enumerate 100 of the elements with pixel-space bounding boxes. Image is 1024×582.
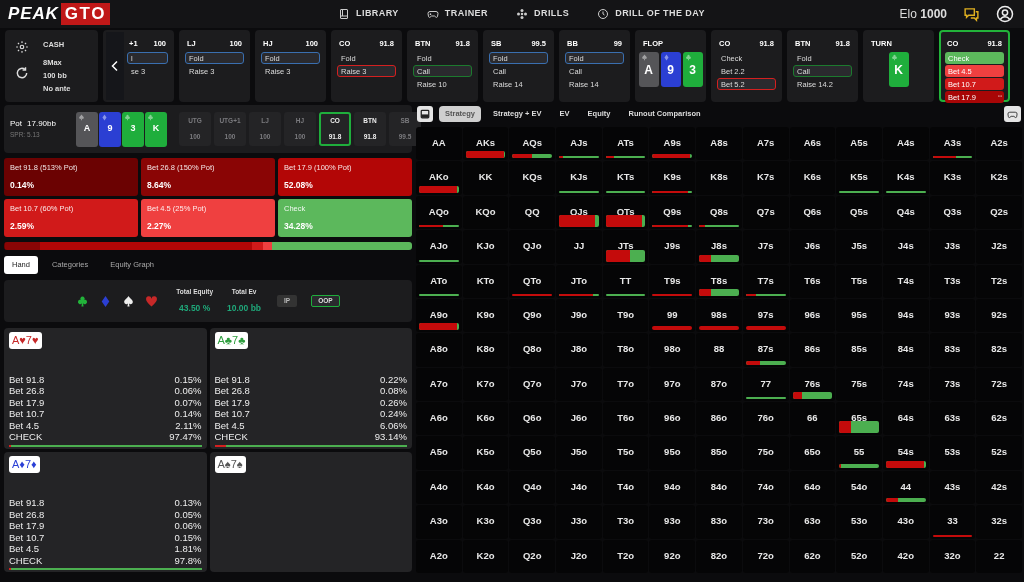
hand-cell[interactable]: Q4s	[882, 195, 929, 230]
hand-cell[interactable]: 72o	[742, 539, 789, 573]
hand-cell[interactable]: QTo	[509, 264, 556, 298]
profile-button[interactable]	[996, 5, 1014, 23]
trainer-button[interactable]	[1004, 106, 1021, 122]
spade-icon[interactable]	[122, 294, 136, 308]
hand-cell[interactable]: Q9s	[649, 195, 696, 230]
hand-cell[interactable]: 96o	[649, 402, 696, 436]
hand-cell[interactable]: T8s	[696, 264, 742, 298]
hand-cell[interactable]: A2o	[416, 539, 462, 573]
hand-cell[interactable]: 86s	[789, 333, 836, 367]
hand-cell[interactable]: A8o	[416, 333, 462, 367]
hand-cell[interactable]: T5o	[602, 436, 649, 470]
hand-cell[interactable]: Q9o	[509, 298, 556, 333]
hand-cell[interactable]: 83s	[929, 333, 976, 367]
hand-cell[interactable]: 32o	[929, 539, 976, 573]
hand-cell[interactable]: K7s	[742, 161, 789, 195]
hand-cell[interactable]: A7o	[416, 367, 462, 402]
hand-cell[interactable]: KQs	[509, 161, 556, 195]
hand-cell[interactable]: KJs	[556, 161, 602, 195]
hand-cell[interactable]: KTs	[602, 161, 649, 195]
settings-button[interactable]	[15, 40, 29, 54]
hand-cell[interactable]: A7s	[742, 127, 789, 161]
hand-cell[interactable]: K4o	[462, 470, 509, 505]
hand-cell[interactable]: 88	[696, 333, 742, 367]
hand-cell[interactable]: T5s	[836, 264, 882, 298]
hand-cell[interactable]: 33	[929, 505, 976, 539]
hand-cell[interactable]: 43o	[882, 505, 929, 539]
hand-cell[interactable]: AJo	[416, 230, 462, 264]
hand-cell[interactable]: 43s	[929, 470, 976, 505]
hand-cell[interactable]: Q2o	[509, 539, 556, 573]
hand-cell[interactable]: Q6o	[509, 402, 556, 436]
nav-link[interactable]: DRILLS	[516, 7, 570, 21]
hand-cell[interactable]: K9s	[649, 161, 696, 195]
hand-cell[interactable]: J7o	[556, 367, 602, 402]
hand-cell[interactable]: KK	[462, 161, 509, 195]
hand-cell[interactable]: 87o	[696, 367, 742, 402]
hand-cell[interactable]: T8o	[602, 333, 649, 367]
hand-cell[interactable]: K5s	[836, 161, 882, 195]
hand-cell[interactable]: J9s	[649, 230, 696, 264]
hand-cell[interactable]: 62s	[976, 402, 1022, 436]
hand-cell[interactable]: T9s	[649, 264, 696, 298]
hand-cell[interactable]: 52s	[976, 436, 1022, 470]
hand-cell[interactable]: 44	[882, 470, 929, 505]
hand-cell[interactable]: J6s	[789, 230, 836, 264]
hand-cell[interactable]: TT	[602, 264, 649, 298]
hand-cell[interactable]: K4s	[882, 161, 929, 195]
hand-cell[interactable]: Q8o	[509, 333, 556, 367]
hand-cell[interactable]: 77	[742, 367, 789, 402]
hand-cell[interactable]: 94o	[649, 470, 696, 505]
hand-cell[interactable]: A6s	[789, 127, 836, 161]
hand-cell[interactable]: 95s	[836, 298, 882, 333]
hand-cell[interactable]: T7s	[742, 264, 789, 298]
hand-cell[interactable]: 65s	[836, 402, 882, 436]
hand-cell[interactable]: 64o	[789, 470, 836, 505]
hand-cell[interactable]: K2s	[976, 161, 1022, 195]
hand-cell[interactable]: J7s	[742, 230, 789, 264]
hand-cell[interactable]: K6s	[789, 161, 836, 195]
hand-cell[interactable]: J3o	[556, 505, 602, 539]
hand-cell[interactable]: Q5o	[509, 436, 556, 470]
hand-cell[interactable]: 82o	[696, 539, 742, 573]
hand-cell[interactable]: A3o	[416, 505, 462, 539]
hand-cell[interactable]: T4s	[882, 264, 929, 298]
hand-cell[interactable]: 64s	[882, 402, 929, 436]
hand-cell[interactable]: A4s	[882, 127, 929, 161]
hand-cell[interactable]: A8s	[696, 127, 742, 161]
hand-cell[interactable]: 82s	[976, 333, 1022, 367]
hand-cell[interactable]: 98s	[696, 298, 742, 333]
hand-cell[interactable]: 72s	[976, 367, 1022, 402]
hand-cell[interactable]: 55	[836, 436, 882, 470]
refresh-button[interactable]	[15, 66, 29, 80]
hand-cell[interactable]: Q5s	[836, 195, 882, 230]
hand-cell[interactable]: T9o	[602, 298, 649, 333]
hand-cell[interactable]: J4o	[556, 470, 602, 505]
hand-cell[interactable]: 93o	[649, 505, 696, 539]
hand-cell[interactable]: 99	[649, 298, 696, 333]
hand-cell[interactable]: K9o	[462, 298, 509, 333]
hand-cell[interactable]: AQo	[416, 195, 462, 230]
club-icon[interactable]	[76, 294, 90, 308]
layout-button[interactable]	[417, 106, 433, 122]
hand-cell[interactable]: 83o	[696, 505, 742, 539]
hand-cell[interactable]: A5o	[416, 436, 462, 470]
hand-cell[interactable]: 75o	[742, 436, 789, 470]
hand-cell[interactable]: 84s	[882, 333, 929, 367]
hand-cell[interactable]: 63s	[929, 402, 976, 436]
hand-cell[interactable]: T7o	[602, 367, 649, 402]
hand-cell[interactable]: AA	[416, 127, 462, 161]
hand-cell[interactable]: K5o	[462, 436, 509, 470]
hand-cell[interactable]: JJ	[556, 230, 602, 264]
hand-cell[interactable]: 52o	[836, 539, 882, 573]
nav-link[interactable]: LIBRARY	[338, 7, 399, 21]
hand-cell[interactable]: 76o	[742, 402, 789, 436]
hand-cell[interactable]: AKs	[462, 127, 509, 161]
hand-cell[interactable]: 97o	[649, 367, 696, 402]
hand-cell[interactable]: J8s	[696, 230, 742, 264]
hand-cell[interactable]: 76s	[789, 367, 836, 402]
hand-cell[interactable]: J6o	[556, 402, 602, 436]
hand-cell[interactable]: QQ	[509, 195, 556, 230]
hand-cell[interactable]: 93s	[929, 298, 976, 333]
hand-cell[interactable]: 54s	[882, 436, 929, 470]
